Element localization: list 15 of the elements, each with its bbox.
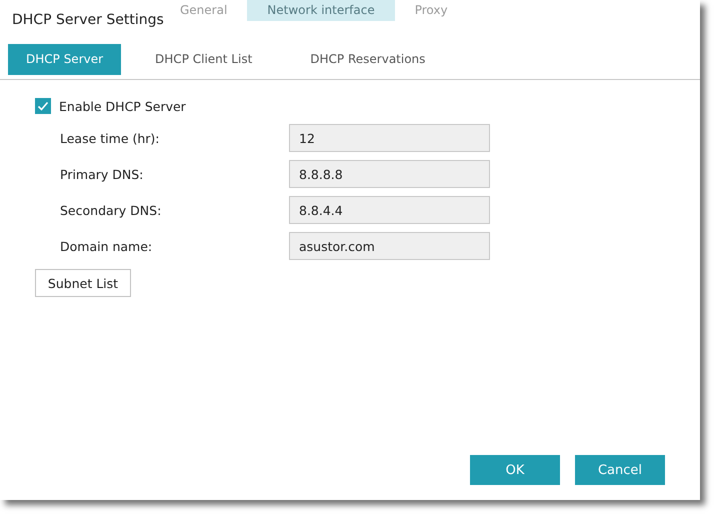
input-field[interactable]: 12 (289, 124, 490, 152)
input-field[interactable]: asustor.com (289, 232, 490, 260)
checkbox-label: Enable DHCP Server (59, 98, 186, 114)
input-field[interactable]: 8.8.4.4 (289, 196, 490, 224)
subnet-list-button[interactable]: Subnet List (35, 269, 131, 297)
window-title: DHCP Server Settings (12, 12, 164, 30)
tab[interactable]: DHCP Client List (131, 44, 276, 75)
field-label: Lease time (hr): (60, 130, 161, 146)
checkbox[interactable] (35, 98, 51, 114)
tab[interactable]: DHCP Reservations (286, 44, 450, 75)
field-label: Domain name: (60, 238, 154, 254)
field-label: Secondary DNS: (60, 202, 162, 218)
field-label: Primary DNS: (60, 166, 144, 182)
background-tab[interactable]: Network interface (247, 0, 395, 21)
input-field[interactable]: 8.8.8.8 (289, 160, 490, 188)
